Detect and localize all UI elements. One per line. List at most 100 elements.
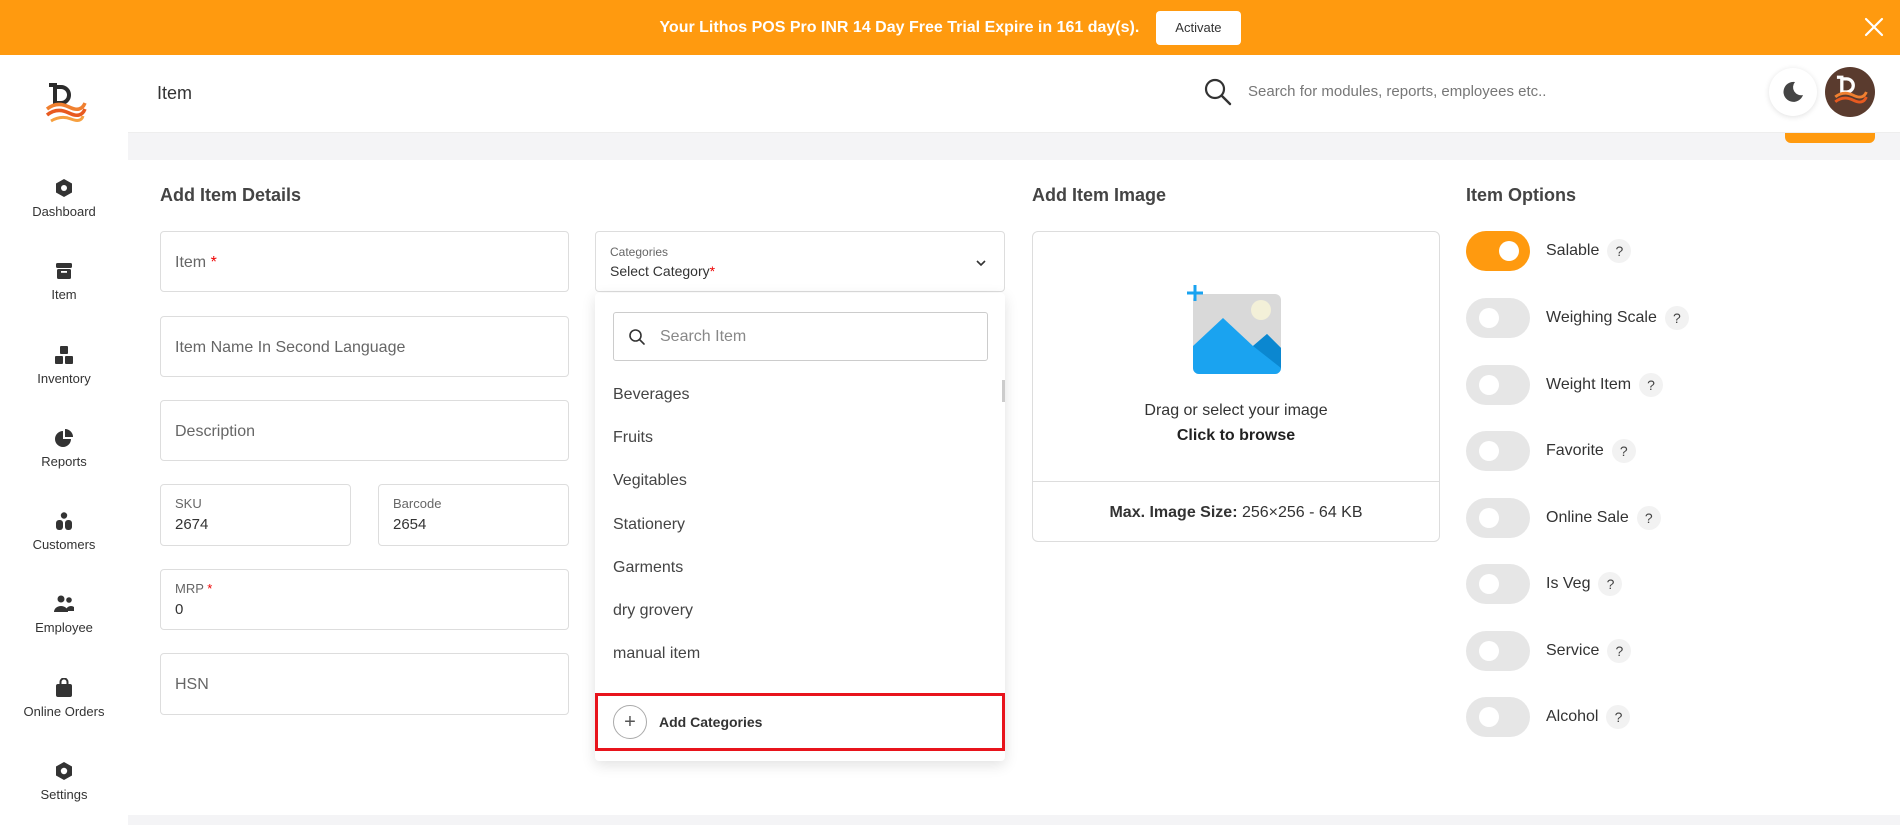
category-dropdown-menu: Beverages Fruits Vegitables Stationery G… <box>595 293 1005 761</box>
online-sale-toggle[interactable] <box>1466 498 1530 538</box>
sidebar-item-dashboard[interactable]: Dashboard <box>0 163 128 233</box>
box-icon <box>56 262 72 279</box>
sidebar-item-label: Customers <box>32 536 96 552</box>
click-to-browse-link[interactable]: Click to browse <box>1033 427 1439 445</box>
top-bar: Item <box>128 55 1900 133</box>
option-label: Is Veg <box>1546 575 1591 592</box>
option-salable: Salable ? <box>1466 231 1632 271</box>
second-language-field[interactable]: Item Name In Second Language <box>160 316 569 377</box>
avatar[interactable] <box>1825 67 1875 117</box>
mrp-label: MRP <box>175 581 204 596</box>
option-weighing-scale: Weighing Scale ? <box>1466 298 1689 338</box>
weighing-scale-toggle[interactable] <box>1466 298 1530 338</box>
categories-label: Categories <box>610 245 669 259</box>
search-icon[interactable] <box>1203 77 1233 107</box>
service-toggle[interactable] <box>1466 631 1530 671</box>
option-label: Alcohol <box>1546 708 1599 725</box>
activate-button[interactable]: Activate <box>1156 10 1241 45</box>
option-service: Service ? <box>1466 631 1632 671</box>
required-mark: * <box>207 581 213 596</box>
sidebar-item-label: Dashboard <box>32 203 96 219</box>
required-mark: * <box>210 254 217 271</box>
image-dropzone[interactable]: Drag or select your image Click to brows… <box>1033 232 1439 482</box>
chevron-down-icon <box>976 260 986 267</box>
hsn-field[interactable]: HSN <box>160 653 569 715</box>
sidebar-item-employee[interactable]: Employee <box>0 579 128 649</box>
help-icon[interactable]: ? <box>1611 439 1636 463</box>
help-icon[interactable]: ? <box>1664 306 1689 330</box>
sidebar-item-customers[interactable]: Customers <box>0 496 128 566</box>
sidebar-item-label: Item <box>51 286 77 302</box>
category-option[interactable]: Garments <box>613 559 683 577</box>
second-language-placeholder: Item Name In Second Language <box>175 339 406 356</box>
lithos-logo <box>45 83 87 123</box>
category-option[interactable]: Stationery <box>613 516 685 534</box>
sidebar-item-online-orders[interactable]: Online Orders <box>0 663 128 733</box>
sku-field[interactable]: SKU 2674 <box>160 484 351 546</box>
theme-toggle-button[interactable] <box>1769 68 1817 116</box>
bag-icon <box>56 677 72 697</box>
help-icon[interactable]: ? <box>1639 373 1664 397</box>
sidebar-item-label: Employee <box>35 619 93 635</box>
add-item-image-title: Add Item Image <box>1032 185 1167 205</box>
sidebar-item-inventory[interactable]: Inventory <box>0 330 128 400</box>
is-veg-toggle[interactable] <box>1466 564 1530 604</box>
add-categories-button[interactable]: + Add Categories <box>595 693 1005 751</box>
sidebar-item-settings[interactable]: Settings <box>0 746 128 816</box>
sidebar-item-label: Reports <box>41 453 87 469</box>
category-option[interactable]: Fruits <box>613 429 653 447</box>
help-icon[interactable]: ? <box>1607 639 1632 663</box>
scrollbar[interactable] <box>1002 380 1005 402</box>
option-label: Salable <box>1546 242 1600 259</box>
sidebar-item-item[interactable]: Item <box>0 246 128 316</box>
barcode-field[interactable]: Barcode 2654 <box>378 484 569 546</box>
max-size-value: 256×256 - 64 KB <box>1241 504 1363 521</box>
mrp-field[interactable]: MRP * 0 <box>160 569 569 630</box>
category-search-input[interactable] <box>660 327 960 346</box>
category-option[interactable]: dry grovery <box>613 602 693 620</box>
category-option[interactable]: Beverages <box>613 386 690 404</box>
sidebar-item-reports[interactable]: Reports <box>0 413 128 483</box>
weight-item-toggle[interactable] <box>1466 365 1530 405</box>
salable-toggle[interactable] <box>1466 231 1530 271</box>
moon-icon <box>1783 81 1803 102</box>
sku-label: SKU <box>175 496 202 511</box>
option-label: Favorite <box>1546 442 1604 459</box>
alcohol-toggle[interactable] <box>1466 697 1530 737</box>
hsn-placeholder: HSN <box>175 676 209 693</box>
image-upload-box[interactable]: Drag or select your image Click to brows… <box>1032 231 1440 542</box>
help-icon[interactable]: ? <box>1598 572 1623 596</box>
option-favorite: Favorite ? <box>1466 431 1636 471</box>
sidebar-item-label: Online Orders <box>23 703 105 719</box>
employee-icon <box>54 595 74 612</box>
drag-text: Drag or select your image <box>1144 402 1328 419</box>
option-is-veg: Is Veg ? <box>1466 564 1623 604</box>
global-search-input[interactable] <box>1248 83 1588 100</box>
boxes-icon <box>55 345 73 364</box>
category-selected-value: Select Category <box>610 263 710 279</box>
category-option[interactable]: manual item <box>613 645 700 663</box>
max-size-label: Max. Image Size: <box>1109 504 1238 521</box>
max-image-size: Max. Image Size: 256×256 - 64 KB <box>1033 504 1439 522</box>
close-icon[interactable] <box>1862 15 1886 39</box>
help-icon[interactable]: ? <box>1606 705 1631 729</box>
favorite-toggle[interactable] <box>1466 431 1530 471</box>
sidebar-item-label: Inventory <box>37 370 91 386</box>
option-label: Online Sale <box>1546 509 1629 526</box>
description-placeholder: Description <box>175 423 256 440</box>
sku-value: 2674 <box>175 516 209 533</box>
description-field[interactable]: Description <box>160 400 569 461</box>
category-search-box[interactable] <box>613 312 988 361</box>
lithos-avatar-logo <box>1834 75 1868 104</box>
item-name-field[interactable]: Item * <box>160 231 569 292</box>
dashboard-icon <box>56 178 72 197</box>
pie-chart-icon <box>55 428 73 447</box>
help-icon[interactable]: ? <box>1636 506 1661 530</box>
help-icon[interactable]: ? <box>1607 239 1632 263</box>
required-mark: * <box>709 263 716 279</box>
barcode-value: 2654 <box>393 516 427 533</box>
category-option[interactable]: Vegitables <box>613 472 687 490</box>
trial-banner: Your Lithos POS Pro INR 14 Day Free Tria… <box>0 0 1900 55</box>
category-select[interactable]: Categories Select Category* <box>595 231 1005 292</box>
save-button-partial[interactable] <box>1785 133 1875 143</box>
